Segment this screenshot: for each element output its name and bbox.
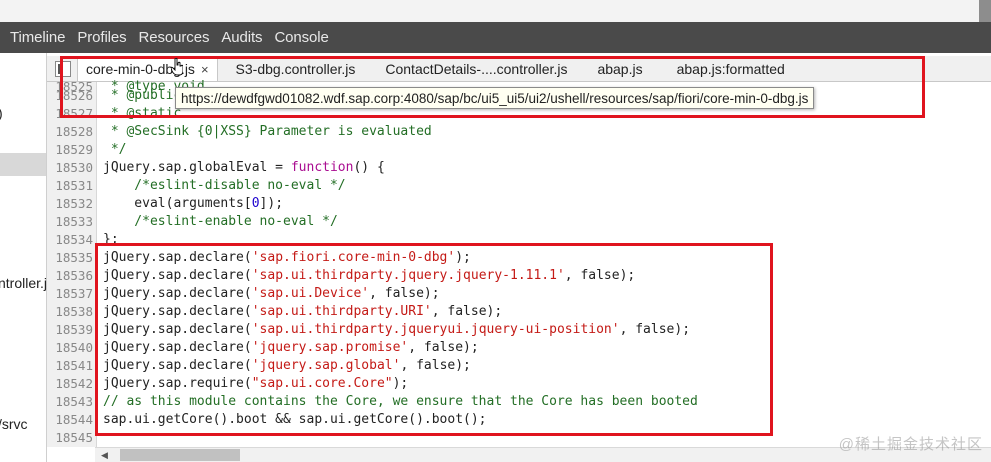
code-token: ]);	[259, 195, 284, 211]
line-number: 18533	[55, 213, 93, 229]
navigator-item[interactable]: ntroller.j	[0, 275, 47, 291]
line-number: 18530	[55, 159, 93, 175]
window-top-strip	[0, 0, 991, 22]
code-line: 18531 /*eslint-disable no-eval */	[47, 176, 346, 194]
line-number: 18531	[55, 177, 93, 193]
code-text: */	[103, 141, 127, 157]
line-number: 18538	[55, 303, 93, 319]
top-strip-corner	[979, 0, 991, 22]
line-number: 18535	[55, 249, 93, 265]
tab-console[interactable]: Console	[274, 29, 328, 46]
navigator-item[interactable]: )	[0, 105, 3, 121]
devtools-panel-tabs: Timeline Profiles Resources Audits Conso…	[0, 22, 991, 53]
navigator-item[interactable]: /srvc	[0, 416, 28, 432]
sources-navigator: ) ntroller.j /srvc	[0, 53, 47, 462]
tab-resources[interactable]: Resources	[139, 29, 210, 46]
code-text: jQuery.sap.globalEval = function() {	[97, 160, 385, 175]
top-strip-background	[0, 0, 991, 22]
code-text: /*eslint-enable no-eval */	[103, 213, 338, 229]
code-number: 0	[251, 195, 260, 211]
line-number: 18540	[55, 339, 93, 355]
code-token: () {	[353, 159, 385, 175]
code-token: eval(arguments[	[103, 195, 252, 211]
navigator-selected-item[interactable]	[0, 153, 46, 176]
line-number: 18536	[55, 267, 93, 283]
tab-audits[interactable]: Audits	[221, 29, 262, 46]
code-text: eval(arguments[0]);	[97, 196, 283, 211]
line-number: 18542	[55, 375, 93, 391]
code-line: 18532 eval(arguments[0]);	[47, 194, 283, 212]
scrollbar-thumb[interactable]	[120, 449, 240, 461]
tab-profiles[interactable]: Profiles	[77, 29, 126, 46]
code-text: /*eslint-disable no-eval */	[103, 177, 346, 193]
line-number: 18545	[55, 429, 93, 445]
code-line: 18528 * @SecSink {0|XSS} Parameter is ev…	[47, 122, 432, 140]
code-token: jQuery.sap.globalEval =	[103, 159, 291, 175]
line-number: 18529	[55, 141, 93, 157]
line-number: 18544	[55, 411, 93, 427]
code-line: 18529 */	[47, 140, 126, 158]
line-number: 18543	[55, 393, 93, 409]
line-number: 18532	[55, 195, 93, 211]
tab-timeline[interactable]: Timeline	[10, 29, 65, 46]
line-number: 18534	[55, 231, 93, 247]
mouse-pointer-icon	[171, 58, 183, 76]
code-line: 18533 /*eslint-enable no-eval */	[47, 212, 338, 230]
code-keyword: function	[290, 159, 354, 175]
line-number: 18539	[55, 321, 93, 337]
line-number: 18537	[55, 285, 93, 301]
line-number: 18541	[55, 357, 93, 373]
line-number: 18528	[55, 123, 93, 139]
watermark: @稀土掘金技术社区	[838, 436, 983, 453]
code-text: * @SecSink {0|XSS} Parameter is evaluate…	[103, 123, 432, 139]
code-line: 18530 jQuery.sap.globalEval = function()…	[47, 158, 385, 176]
highlight-box-code	[95, 243, 773, 436]
highlight-box-tabs	[60, 56, 925, 118]
scroll-left-icon[interactable]: ◀	[101, 450, 108, 461]
